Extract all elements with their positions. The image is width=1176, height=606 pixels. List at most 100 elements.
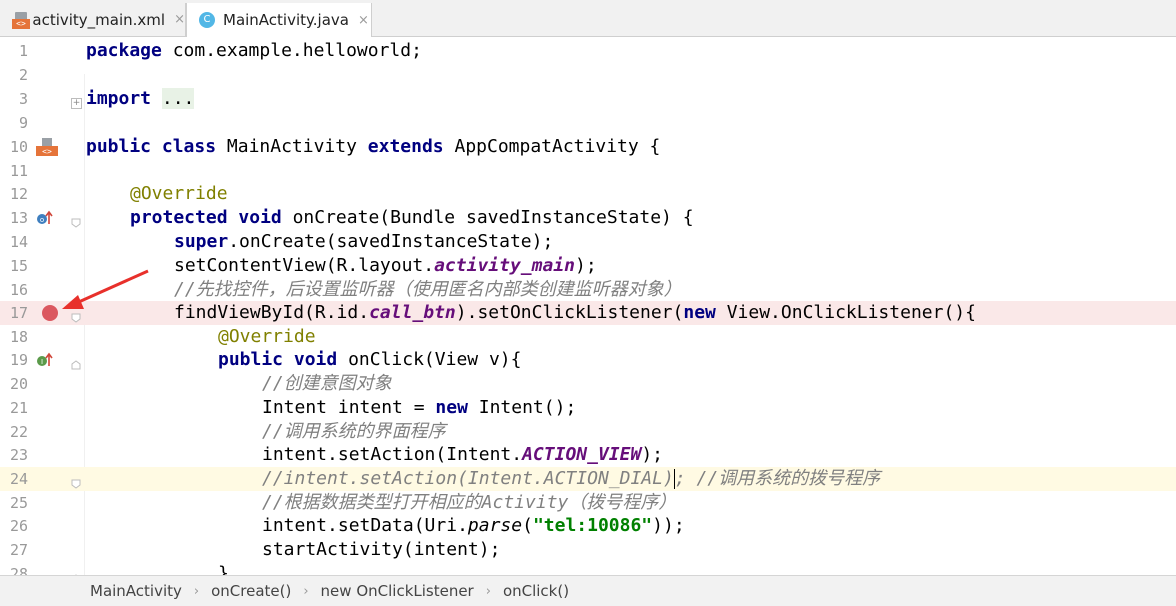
tab-activity-main-xml[interactable]: <> activity_main.xml ×	[0, 3, 186, 36]
line-number: 12	[9, 185, 28, 203]
chevron-right-icon: ›	[485, 583, 491, 599]
keyword: public	[218, 349, 284, 370]
code-line[interactable]: 3 + import ...	[0, 87, 1176, 111]
line-number: 1	[18, 42, 28, 60]
code-line[interactable]: 28 }	[0, 562, 1176, 575]
implement-method-icon[interactable]: I	[36, 352, 54, 366]
line-number: 16	[9, 281, 28, 299]
code-text: );	[641, 444, 663, 465]
code-line[interactable]: 13 o protected void onCreate(Bundle save…	[0, 206, 1176, 230]
code-line[interactable]: 20 //创建意图对象	[0, 372, 1176, 396]
tab-label: activity_main.xml	[32, 10, 166, 29]
code-line[interactable]: 9	[0, 111, 1176, 135]
keyword: extends	[367, 136, 444, 157]
line-number: 26	[9, 517, 28, 535]
fold-collapse-icon[interactable]	[71, 355, 81, 370]
fold-collapse-icon[interactable]	[71, 474, 81, 489]
editor-tab-bar: <> activity_main.xml × C MainActivity.ja…	[0, 0, 1176, 37]
tab-mainactivity-java[interactable]: C MainActivity.java ×	[186, 3, 372, 37]
code-line-current[interactable]: 24 //intent.setAction(Intent.ACTION_DIAL…	[0, 467, 1176, 491]
code-line[interactable]: 21 Intent intent = new Intent();	[0, 396, 1176, 420]
comment: //intent.setAction(Intent.ACTION_DIAL)	[262, 468, 674, 489]
svg-text:o: o	[40, 216, 44, 224]
code-text: Intent();	[467, 397, 577, 418]
code-text: .onCreate(savedInstanceState);	[228, 231, 554, 252]
keyword: new	[683, 302, 716, 323]
comment: //创建意图对象	[262, 373, 392, 394]
line-number: 21	[9, 399, 28, 417]
code-line[interactable]: 15 setContentView(R.layout.activity_main…	[0, 254, 1176, 278]
code-line[interactable]: 2	[0, 63, 1176, 87]
related-layout-icon[interactable]: <>	[36, 137, 58, 157]
collapsed-imports[interactable]: ...	[161, 88, 195, 109]
breadcrumb-item-onclick[interactable]: onClick()	[503, 582, 569, 600]
code-text: findViewById(R.id.	[174, 302, 370, 323]
string-literal: "tel:10086"	[532, 515, 653, 536]
line-number: 18	[9, 328, 28, 346]
line-number: 24	[9, 470, 28, 488]
keyword: class	[161, 136, 217, 157]
comment: //先找控件，后设置监听器（使用匿名内部类创建监听器对象）	[174, 279, 682, 300]
code-line[interactable]: 22 //调用系统的界面程序	[0, 420, 1176, 444]
code-line[interactable]: 1 package com.example.helloworld;	[0, 39, 1176, 63]
breakpoint-icon[interactable]	[42, 305, 58, 321]
close-icon[interactable]: ×	[358, 13, 369, 28]
line-number: 14	[9, 233, 28, 251]
chevron-right-icon: ›	[193, 583, 200, 599]
keyword: import	[86, 88, 152, 109]
code-line[interactable]: 10 <> public class MainActivity extends …	[0, 135, 1176, 159]
code-line[interactable]: 14 super.onCreate(savedInstanceState);	[0, 230, 1176, 254]
annotation-arrow-icon	[62, 269, 149, 309]
breadcrumb-item-new-onclicklistener[interactable]: new OnClickListener	[321, 582, 474, 600]
fold-expand-icon[interactable]: +	[71, 93, 82, 109]
line-number: 17	[9, 304, 28, 322]
breadcrumb: MainActivity › onCreate() › new OnClickL…	[0, 575, 1176, 606]
line-number: 3	[18, 90, 28, 108]
code-line[interactable]: 25 //根据数据类型打开相应的Activity（拨号程序）	[0, 491, 1176, 515]
code-line[interactable]: 27 startActivity(intent);	[0, 538, 1176, 562]
chevron-right-icon: ›	[303, 583, 309, 599]
svg-text:<>: <>	[42, 147, 52, 156]
code-text: Intent intent =	[262, 397, 436, 418]
line-number: 9	[18, 114, 28, 132]
line-number: 19	[9, 351, 28, 369]
code-text: (	[522, 515, 533, 536]
keyword: void	[293, 349, 338, 370]
close-icon[interactable]: ×	[174, 12, 185, 27]
tab-label: MainActivity.java	[223, 11, 349, 29]
code-text: AppCompatActivity {	[443, 136, 661, 157]
svg-text:I: I	[41, 358, 43, 366]
code-text: }	[218, 563, 229, 575]
keyword: new	[435, 397, 468, 418]
keyword: void	[238, 207, 282, 228]
code-line[interactable]: 26 intent.setData(Uri.parse("tel:10086")…	[0, 514, 1176, 538]
code-line[interactable]: 18 @Override	[0, 325, 1176, 349]
code-line[interactable]: 16 //先找控件，后设置监听器（使用匿名内部类创建监听器对象）	[0, 278, 1176, 302]
code-line-breakpoint[interactable]: 17 findViewById(R.id.call_btn).setOnClic…	[0, 301, 1176, 325]
breadcrumb-item-oncreate[interactable]: onCreate()	[211, 582, 291, 600]
override-method-icon[interactable]: o	[36, 210, 54, 224]
fold-collapse-icon[interactable]	[71, 213, 81, 228]
code-editor[interactable]: 1 package com.example.helloworld; 2 3 + …	[0, 37, 1176, 575]
field-reference: call_btn	[369, 302, 456, 323]
code-line[interactable]: 19 I public void onClick(View v){	[0, 348, 1176, 372]
keyword: public	[86, 136, 152, 157]
line-number: 15	[9, 257, 28, 275]
field-reference: ACTION_VIEW	[522, 444, 642, 465]
keyword: protected	[130, 207, 228, 228]
class-name: MainActivity	[216, 136, 368, 157]
code-text: onClick(View v){	[337, 349, 522, 370]
line-number: 10	[9, 138, 28, 156]
breadcrumb-item-mainactivity[interactable]: MainActivity	[90, 582, 182, 600]
code-text: onCreate(Bundle savedInstanceState) {	[281, 207, 694, 228]
code-text: intent.setAction(Intent.	[262, 444, 523, 465]
code-text: com.example.helloworld;	[161, 40, 422, 61]
line-number: 23	[9, 446, 28, 464]
field-reference: activity_main	[434, 255, 575, 276]
code-text: intent.setData(Uri.	[262, 515, 468, 536]
code-text: ));	[652, 515, 685, 536]
code-line[interactable]: 11	[0, 159, 1176, 183]
static-method: parse	[467, 515, 523, 536]
code-line[interactable]: 12 @Override	[0, 182, 1176, 206]
code-line[interactable]: 23 intent.setAction(Intent.ACTION_VIEW);	[0, 443, 1176, 467]
